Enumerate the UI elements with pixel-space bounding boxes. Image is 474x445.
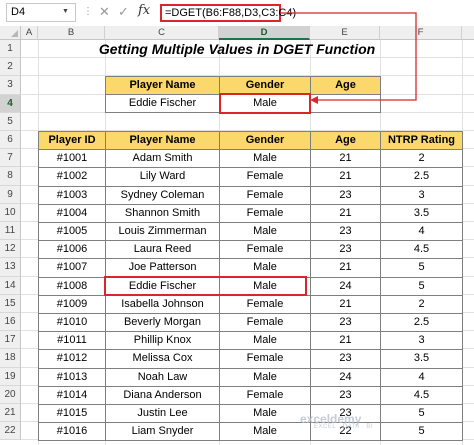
annotation-arrow [281, 12, 417, 104]
watermark-logo: exceldemy EXCEL · DATA · BI [300, 412, 374, 430]
